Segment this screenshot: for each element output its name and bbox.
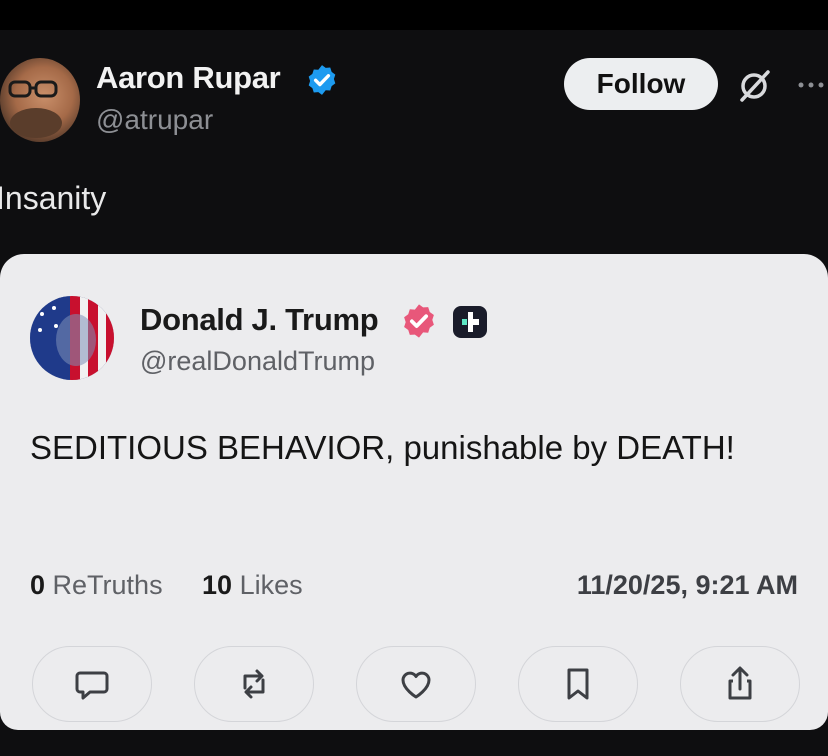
quoted-post-card[interactable]: Donald J. Trump @realDonaldTrump SEDITIO… (0, 254, 828, 730)
quoted-author-handle[interactable]: @realDonaldTrump (140, 346, 375, 377)
author-handle[interactable]: @atrupar (96, 104, 213, 136)
grok-icon[interactable] (734, 66, 774, 106)
bookmark-icon (567, 668, 589, 700)
quoted-author-avatar[interactable] (30, 296, 114, 380)
comment-icon (75, 671, 109, 700)
bookmark-button[interactable] (518, 646, 638, 722)
author-name[interactable]: Aaron Rupar (96, 60, 281, 96)
author-avatar[interactable] (0, 58, 80, 142)
truth-plus-badge-icon (453, 306, 487, 338)
retruths-label: ReTruths (52, 570, 163, 600)
comment-button[interactable] (32, 646, 152, 722)
post-text: Insanity (0, 180, 107, 216)
share-button[interactable] (680, 646, 800, 722)
glasses-graphic (8, 80, 58, 98)
verified-badge-icon (308, 65, 336, 95)
follow-button[interactable]: Follow (564, 58, 718, 110)
heart-icon (401, 671, 431, 699)
retruths-stat[interactable]: 0 ReTruths (30, 570, 163, 601)
post-timestamp: 11/20/25, 9:21 AM (576, 570, 798, 600)
retruth-button[interactable] (194, 646, 314, 722)
like-button[interactable] (356, 646, 476, 722)
retruths-count: 0 (30, 570, 46, 600)
top-bar (0, 0, 828, 30)
flag-portrait-graphic (30, 296, 114, 380)
avatar-beard (10, 108, 62, 138)
likes-stat[interactable]: 10 Likes (202, 570, 303, 601)
share-icon (728, 666, 752, 700)
likes-count: 10 (202, 570, 233, 600)
quoted-post-text: SEDITIOUS BEHAVIOR, punishable by DEATH! (30, 429, 735, 466)
truth-verified-badge-icon (404, 304, 434, 338)
likes-label: Likes (239, 570, 303, 600)
more-options-icon[interactable] (795, 70, 828, 100)
quoted-author-name[interactable]: Donald J. Trump (140, 302, 379, 338)
retruth-icon (243, 669, 265, 699)
